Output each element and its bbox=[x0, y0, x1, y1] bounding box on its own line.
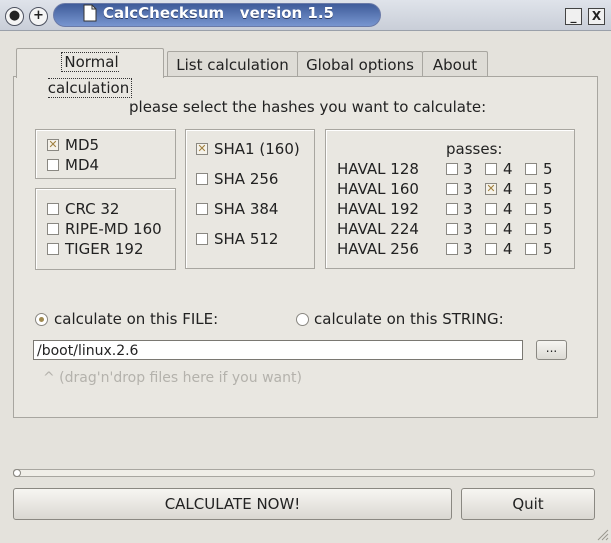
haval128-label: HAVAL 128 bbox=[337, 160, 419, 178]
pass-label: 4 bbox=[503, 240, 513, 258]
tab-normal-calculation[interactable]: Normal calculation bbox=[16, 48, 164, 98]
haval256-pass3-checkbox[interactable] bbox=[446, 243, 458, 255]
instructions-text: please select the hashes you want to cal… bbox=[129, 98, 487, 116]
tiger192-checkbox[interactable] bbox=[47, 243, 59, 255]
file-mode-radio[interactable] bbox=[35, 313, 48, 326]
tab-label: About bbox=[432, 56, 478, 74]
minimize-button[interactable]: _ bbox=[565, 8, 582, 25]
haval160-label: HAVAL 160 bbox=[337, 180, 419, 198]
haval128-pass5-checkbox[interactable] bbox=[525, 163, 537, 175]
pass-label: 3 bbox=[463, 160, 473, 178]
sha256-checkbox[interactable] bbox=[196, 173, 208, 185]
browse-button[interactable]: ... bbox=[536, 340, 567, 360]
string-mode-radio[interactable] bbox=[296, 313, 309, 326]
pass-label: 3 bbox=[463, 200, 473, 218]
string-mode-label: calculate on this STRING: bbox=[314, 310, 504, 328]
sha512-checkbox[interactable] bbox=[196, 233, 208, 245]
pass-label: 4 bbox=[503, 160, 513, 178]
pass-label: 3 bbox=[463, 220, 473, 238]
haval192-label: HAVAL 192 bbox=[337, 200, 419, 218]
sha384-label: SHA 384 bbox=[214, 200, 279, 218]
tab-label: Normal calculation bbox=[47, 52, 133, 98]
tab-label: Global options bbox=[306, 56, 414, 74]
md-hash-group bbox=[35, 129, 176, 179]
pass-label: 5 bbox=[543, 200, 553, 218]
md4-checkbox[interactable] bbox=[47, 159, 59, 171]
tab-about[interactable]: About bbox=[422, 51, 488, 78]
tiger192-label: TIGER 192 bbox=[65, 240, 144, 258]
progress-indicator bbox=[13, 469, 21, 477]
pass-label: 4 bbox=[503, 220, 513, 238]
sha256-label: SHA 256 bbox=[214, 170, 279, 188]
pass-label: 5 bbox=[543, 160, 553, 178]
tab-global-options[interactable]: Global options bbox=[297, 51, 423, 78]
calculate-button[interactable]: CALCULATE NOW! bbox=[13, 488, 452, 520]
pass-label: 5 bbox=[543, 220, 553, 238]
crc32-checkbox[interactable] bbox=[47, 203, 59, 215]
pass-label: 5 bbox=[543, 240, 553, 258]
progress-bar bbox=[13, 469, 595, 477]
haval192-pass3-checkbox[interactable] bbox=[446, 203, 458, 215]
haval192-pass5-checkbox[interactable] bbox=[525, 203, 537, 215]
pass-label: 3 bbox=[463, 180, 473, 198]
haval256-pass5-checkbox[interactable] bbox=[525, 243, 537, 255]
tab-label: List calculation bbox=[176, 56, 289, 74]
md5-label: MD5 bbox=[65, 136, 100, 154]
pass-label: 3 bbox=[463, 240, 473, 258]
sha1-checkbox[interactable]: ✕ bbox=[196, 143, 208, 155]
sha512-label: SHA 512 bbox=[214, 230, 279, 248]
passes-label: passes: bbox=[446, 140, 503, 158]
crc32-label: CRC 32 bbox=[65, 200, 120, 218]
document-icon bbox=[83, 4, 97, 22]
haval160-pass5-checkbox[interactable] bbox=[525, 183, 537, 195]
file-path-input[interactable]: /boot/linux.2.6 bbox=[33, 340, 523, 360]
sha384-checkbox[interactable] bbox=[196, 203, 208, 215]
file-mode-label: calculate on this FILE: bbox=[54, 310, 219, 328]
haval160-pass4-checkbox[interactable]: ✕ bbox=[485, 183, 497, 195]
md5-checkbox[interactable]: ✕ bbox=[47, 139, 59, 151]
haval256-pass4-checkbox[interactable] bbox=[485, 243, 497, 255]
haval224-pass5-checkbox[interactable] bbox=[525, 223, 537, 235]
sticky-button[interactable]: + bbox=[29, 7, 48, 26]
ripemd160-checkbox[interactable] bbox=[47, 223, 59, 235]
resize-grip-icon[interactable] bbox=[595, 527, 609, 541]
pass-label: 4 bbox=[503, 180, 513, 198]
sha1-label: SHA1 (160) bbox=[214, 140, 300, 158]
pass-label: 4 bbox=[503, 200, 513, 218]
haval224-pass4-checkbox[interactable] bbox=[485, 223, 497, 235]
ripemd160-label: RIPE-MD 160 bbox=[65, 220, 162, 238]
haval256-label: HAVAL 256 bbox=[337, 240, 419, 258]
quit-button[interactable]: Quit bbox=[461, 488, 595, 520]
haval224-pass3-checkbox[interactable] bbox=[446, 223, 458, 235]
haval160-pass3-checkbox[interactable] bbox=[446, 183, 458, 195]
haval128-pass4-checkbox[interactable] bbox=[485, 163, 497, 175]
pass-label: 5 bbox=[543, 180, 553, 198]
haval224-label: HAVAL 224 bbox=[337, 220, 419, 238]
window-menu-button[interactable]: ● bbox=[5, 7, 24, 26]
haval128-pass3-checkbox[interactable] bbox=[446, 163, 458, 175]
tab-list-calculation[interactable]: List calculation bbox=[167, 51, 298, 78]
close-button[interactable]: X bbox=[588, 8, 605, 25]
window-title: CalcChecksum version 1.5 bbox=[103, 4, 334, 22]
md4-label: MD4 bbox=[65, 156, 100, 174]
drop-hint: ^ (drag'n'drop files here if you want) bbox=[43, 370, 302, 386]
haval192-pass4-checkbox[interactable] bbox=[485, 203, 497, 215]
